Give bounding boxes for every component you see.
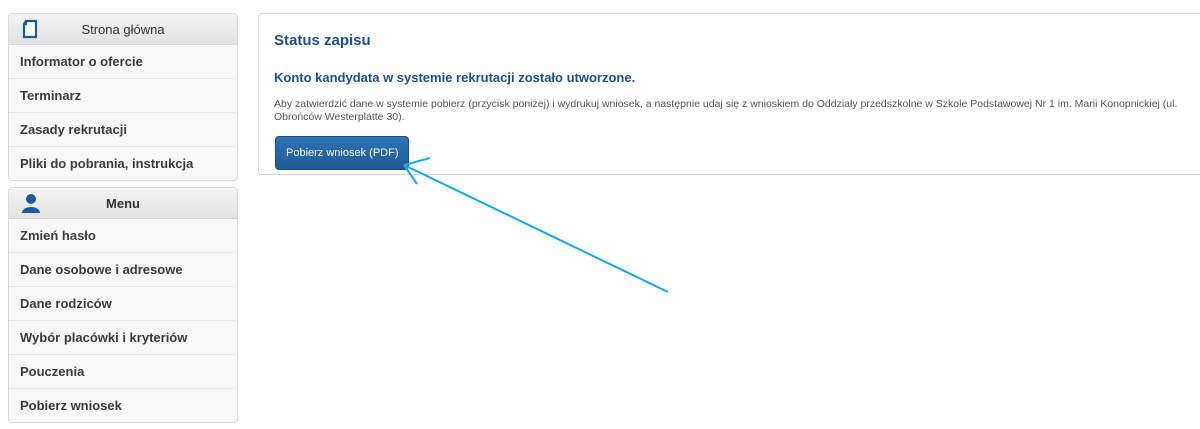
- document-icon: [22, 19, 38, 39]
- status-panel: Status zapisu Konto kandydata w systemie…: [258, 13, 1200, 175]
- menu-panel-header[interactable]: Menu: [9, 188, 237, 219]
- menu-panel: Menu Zmień hasło Dane osobowe i adresowe…: [8, 187, 238, 423]
- sidebar-item-informator[interactable]: Informator o ofercie: [9, 45, 237, 78]
- menu-panel-title: Menu: [106, 195, 140, 211]
- sidebar-item-wybor-placowki[interactable]: Wybór placówki i kryteriów: [9, 320, 237, 354]
- user-icon: [22, 194, 40, 213]
- sidebar-item-dane-osobowe[interactable]: Dane osobowe i adresowe: [9, 252, 237, 286]
- status-message: Aby zatwierdzić dane w systemie pobierz …: [274, 98, 1178, 123]
- status-subtitle: Konto kandydata w systemie rekrutacji zo…: [274, 70, 636, 85]
- sidebar-item-pobierz-wniosek[interactable]: Pobierz wniosek: [9, 388, 237, 422]
- download-pdf-button[interactable]: Pobierz wniosek (PDF): [275, 136, 410, 170]
- sidebar-item-zmien-haslo[interactable]: Zmień hasło: [9, 219, 237, 252]
- sidebar-item-terminarz[interactable]: Terminarz: [9, 78, 237, 112]
- sidebar-item-zasady[interactable]: Zasady rekrutacji: [9, 112, 237, 146]
- home-panel: Strona główna Informator o ofercie Termi…: [8, 13, 238, 181]
- page-title: Status zapisu: [274, 32, 371, 49]
- home-panel-header[interactable]: Strona główna: [9, 14, 237, 45]
- sidebar-item-pouczenia[interactable]: Pouczenia: [9, 354, 237, 388]
- home-panel-title: Strona główna: [81, 21, 165, 37]
- sidebar: Strona główna Informator o ofercie Termi…: [8, 13, 238, 429]
- sidebar-item-pliki[interactable]: Pliki do pobrania, instrukcja: [9, 146, 237, 180]
- sidebar-item-dane-rodzicow[interactable]: Dane rodziców: [9, 286, 237, 320]
